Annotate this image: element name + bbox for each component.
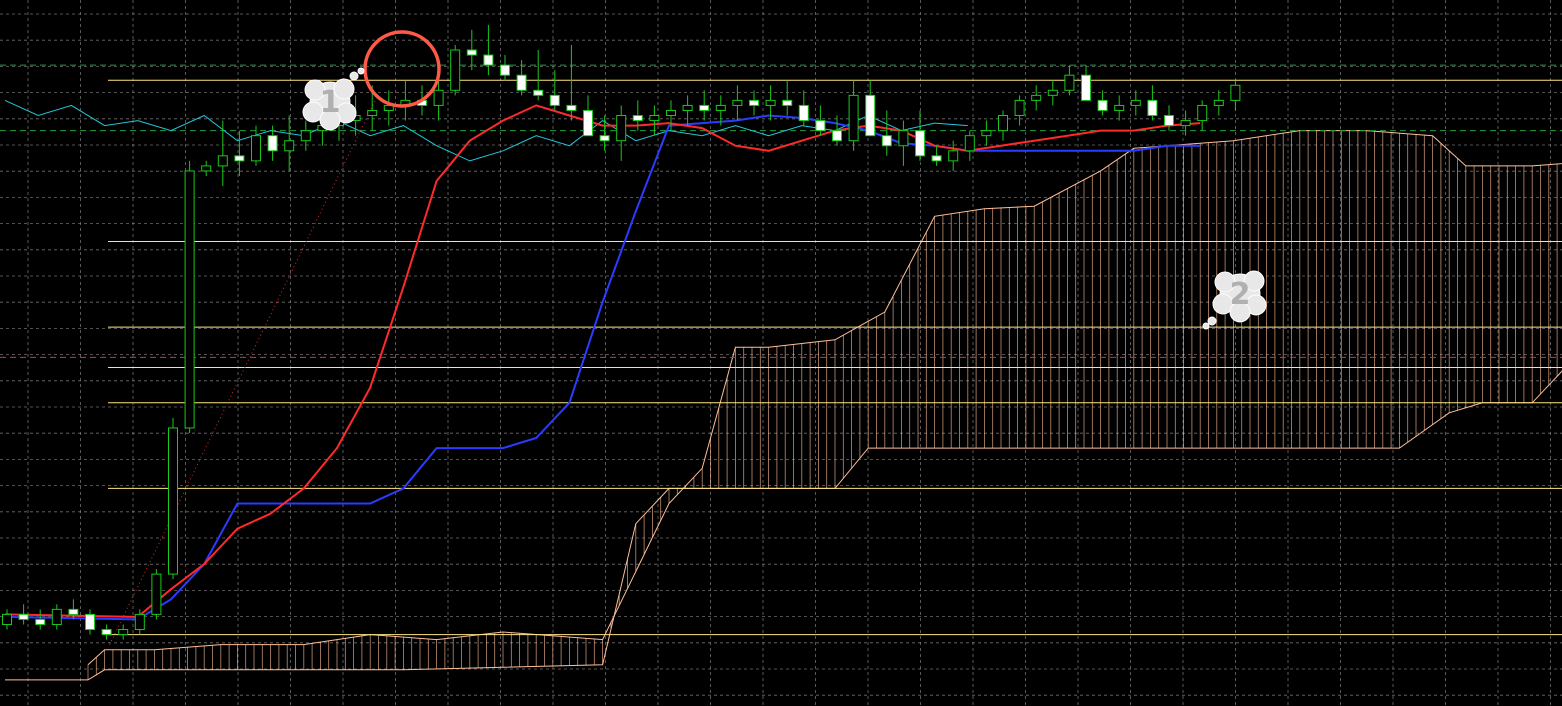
candle-body (699, 104, 710, 111)
callout-1-label: 1 (320, 85, 341, 120)
candle-body (151, 573, 162, 615)
candle-body (848, 94, 859, 142)
candle-body (35, 618, 46, 625)
candle-body (815, 120, 826, 132)
candle-body (583, 109, 593, 137)
candle-body (217, 155, 228, 167)
candle-body (1213, 99, 1224, 106)
candle-body (998, 115, 1008, 132)
chart-background (0, 0, 1562, 706)
candle-body (18, 613, 29, 620)
candle-body (1047, 89, 1058, 96)
candle-body (798, 104, 809, 122)
candle-body (981, 130, 992, 137)
candle-body (566, 104, 577, 111)
candle-body (168, 427, 178, 575)
candle-body (616, 115, 627, 142)
candle-body (1180, 120, 1191, 127)
candle-body (450, 49, 461, 91)
candle-body (732, 99, 743, 106)
candle-body (134, 613, 145, 631)
candle-body (865, 94, 876, 137)
candle-body (832, 130, 842, 142)
candle-body (466, 49, 477, 56)
candle-body (1031, 94, 1042, 101)
candle-body (1097, 99, 1108, 111)
candle-body (367, 109, 378, 117)
candle-body (964, 135, 975, 152)
candle-body (251, 135, 261, 162)
candle-body (649, 115, 660, 122)
candle-body (632, 115, 643, 122)
candle-body (1130, 99, 1141, 106)
candle-body (881, 135, 892, 147)
candle-body (516, 74, 527, 91)
candle-body (267, 135, 278, 152)
callout-2-label: 2 (1230, 277, 1251, 312)
candle-body (666, 109, 676, 117)
candle-body (68, 608, 79, 615)
candle-body (1081, 74, 1091, 101)
candle-body (284, 140, 295, 152)
candle-body (782, 99, 793, 106)
candle-body (51, 608, 62, 625)
candle-body (1230, 84, 1241, 101)
candle-body (1064, 74, 1075, 91)
candle-body (1114, 104, 1125, 111)
candle-body (300, 130, 311, 142)
candle-body (500, 64, 510, 76)
candle-body (234, 155, 245, 162)
candle-body (1164, 115, 1174, 127)
candle-body (2, 613, 12, 625)
ichimoku-chart: 1 2 (0, 0, 1562, 706)
candle-body (201, 165, 212, 172)
candle-body (433, 89, 444, 106)
candle-body (483, 54, 494, 66)
candle-body (599, 135, 610, 142)
candle-body (898, 130, 909, 147)
candle-body (533, 89, 544, 96)
candle-body (1197, 104, 1208, 122)
candle-body (85, 613, 95, 631)
candle-body (765, 99, 776, 106)
candle-body (749, 99, 759, 106)
candle-body (715, 104, 726, 111)
candle-body (682, 104, 693, 111)
candle-body (549, 94, 560, 106)
candle-body (184, 170, 195, 429)
candle-body (101, 629, 112, 636)
candle-body (948, 150, 959, 162)
candle-body (1014, 99, 1025, 117)
candle-body (118, 629, 129, 636)
candle-body (1147, 99, 1158, 117)
candle-body (931, 155, 942, 162)
candle-body (915, 130, 925, 157)
